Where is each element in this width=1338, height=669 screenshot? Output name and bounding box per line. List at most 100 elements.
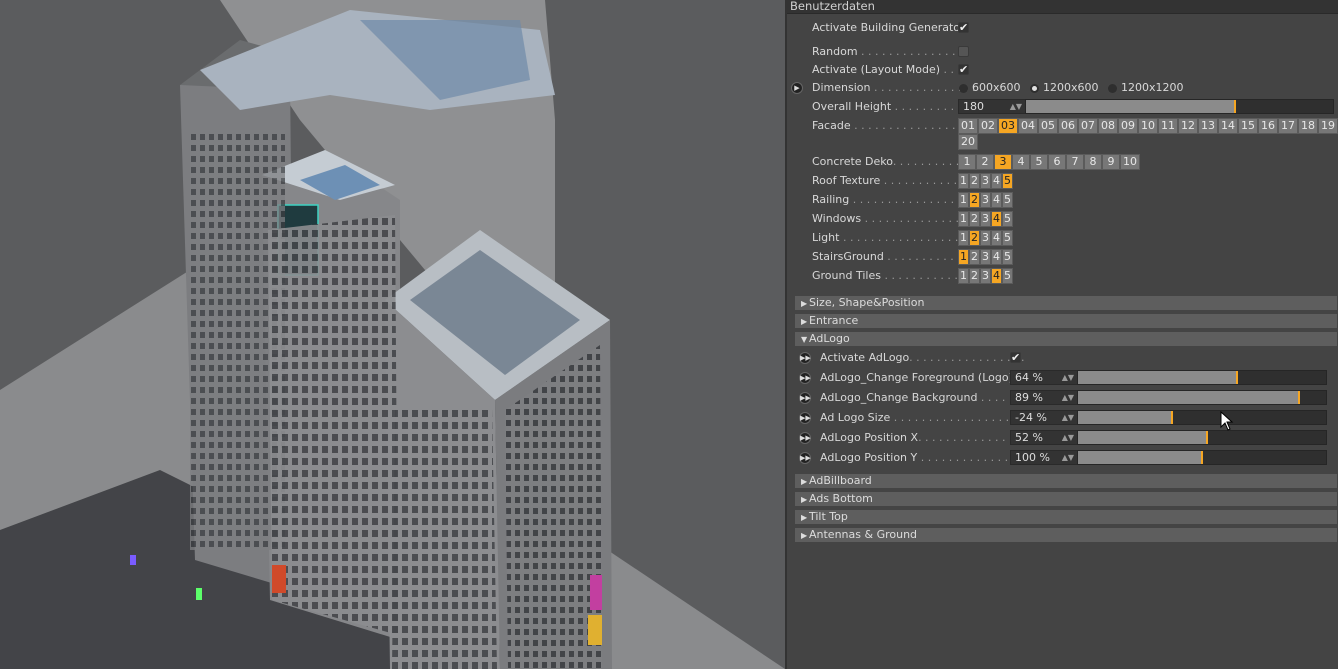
adlogo-param-slider[interactable] <box>1077 410 1327 425</box>
slider-thumb[interactable] <box>1171 411 1174 424</box>
railing-option-2[interactable]: 2 <box>969 192 980 208</box>
facade-option-03[interactable]: 03 <box>998 118 1018 134</box>
overall-height-input[interactable]: 180 ▲▼ <box>958 99 1026 114</box>
adlogo-param-slider[interactable] <box>1077 450 1327 465</box>
section-adbillboard[interactable]: ▶ AdBillboard <box>795 474 1337 488</box>
facade-option-15[interactable]: 15 <box>1238 118 1258 134</box>
concrete-deko-option-3[interactable]: 3 <box>994 154 1012 170</box>
slider-thumb[interactable] <box>1201 451 1203 464</box>
railing-option-1[interactable]: 1 <box>958 192 969 208</box>
roof-texture-option-5[interactable]: 5 <box>1002 173 1013 189</box>
windows-option-2[interactable]: 2 <box>969 211 980 227</box>
facade-option-14[interactable]: 14 <box>1218 118 1238 134</box>
roof-texture-option-1[interactable]: 1 <box>958 173 969 189</box>
concrete-deko-option-9[interactable]: 9 <box>1102 154 1120 170</box>
adlogo-param-slider[interactable] <box>1077 430 1327 445</box>
spinner-arrows-icon[interactable]: ▲▼ <box>1010 100 1022 113</box>
facade-option-07[interactable]: 07 <box>1078 118 1098 134</box>
roof-texture-option-4[interactable]: 4 <box>991 173 1002 189</box>
facade-option-16[interactable]: 16 <box>1258 118 1278 134</box>
light-option-3[interactable]: 3 <box>980 230 991 246</box>
animation-track-icon[interactable]: ▶▶ <box>799 432 811 444</box>
animation-track-icon[interactable]: ▶▶ <box>799 412 811 424</box>
adlogo-param-slider[interactable] <box>1077 370 1327 385</box>
dimension-option-600x600[interactable]: 600x600 <box>959 81 1021 94</box>
activate-building-generator-checkbox[interactable]: ✔ <box>958 22 969 33</box>
activate-layout-mode-checkbox[interactable]: ✔ <box>958 64 969 75</box>
adlogo-param-input[interactable]: 89 % ▲▼ <box>1010 390 1078 405</box>
slider-thumb[interactable] <box>1235 371 1238 384</box>
dimension-option-1200x600[interactable]: 1200x600 <box>1030 81 1099 94</box>
adlogo-param-input[interactable]: 64 % ▲▼ <box>1010 370 1078 385</box>
concrete-deko-option-7[interactable]: 7 <box>1066 154 1084 170</box>
facade-option-18[interactable]: 18 <box>1298 118 1318 134</box>
spinner-arrows-icon[interactable]: ▲▼ <box>1062 391 1074 404</box>
concrete-deko-option-2[interactable]: 2 <box>976 154 994 170</box>
concrete-deko-option-10[interactable]: 10 <box>1120 154 1140 170</box>
concrete-deko-option-6[interactable]: 6 <box>1048 154 1066 170</box>
adlogo-param-input[interactable]: 100 % ▲▼ <box>1010 450 1078 465</box>
section-ads-bottom[interactable]: ▶ Ads Bottom <box>795 492 1337 506</box>
facade-option-17[interactable]: 17 <box>1278 118 1298 134</box>
section-size-shape-position[interactable]: ▶ Size, Shape&Position <box>795 296 1337 310</box>
concrete-deko-option-8[interactable]: 8 <box>1084 154 1102 170</box>
random-checkbox[interactable] <box>958 46 969 57</box>
3d-viewport[interactable] <box>0 0 785 669</box>
section-antennas-ground[interactable]: ▶ Antennas & Ground <box>795 528 1337 542</box>
ground-tiles-option-4[interactable]: 4 <box>991 268 1002 284</box>
ground-tiles-option-3[interactable]: 3 <box>980 268 991 284</box>
concrete-deko-option-1[interactable]: 1 <box>958 154 976 170</box>
concrete-deko-option-4[interactable]: 4 <box>1012 154 1030 170</box>
facade-option-05[interactable]: 05 <box>1038 118 1058 134</box>
ground-tiles-option-5[interactable]: 5 <box>1002 268 1013 284</box>
stairs-ground-option-4[interactable]: 4 <box>991 249 1002 265</box>
windows-option-1[interactable]: 1 <box>958 211 969 227</box>
facade-option-06[interactable]: 06 <box>1058 118 1078 134</box>
facade-option-19[interactable]: 19 <box>1318 118 1338 134</box>
facade-option-20[interactable]: 20 <box>958 134 978 150</box>
slider-thumb[interactable] <box>1205 431 1208 444</box>
section-entrance[interactable]: ▶ Entrance <box>795 314 1337 328</box>
light-option-1[interactable]: 1 <box>958 230 969 246</box>
adlogo-param-input[interactable]: 52 % ▲▼ <box>1010 430 1078 445</box>
light-option-2[interactable]: 2 <box>969 230 980 246</box>
stairs-ground-option-5[interactable]: 5 <box>1002 249 1013 265</box>
facade-option-09[interactable]: 09 <box>1118 118 1138 134</box>
roof-texture-option-3[interactable]: 3 <box>980 173 991 189</box>
roof-texture-option-2[interactable]: 2 <box>969 173 980 189</box>
stairs-ground-option-1[interactable]: 1 <box>958 249 969 265</box>
overall-height-slider[interactable] <box>1025 99 1334 114</box>
section-adlogo[interactable]: ▼ AdLogo <box>795 332 1337 346</box>
windows-option-5[interactable]: 5 <box>1002 211 1013 227</box>
stairs-ground-option-2[interactable]: 2 <box>969 249 980 265</box>
animation-track-icon[interactable]: ▶▶ <box>799 352 811 364</box>
facade-option-12[interactable]: 12 <box>1178 118 1198 134</box>
spinner-arrows-icon[interactable]: ▲▼ <box>1062 411 1074 424</box>
railing-option-3[interactable]: 3 <box>980 192 991 208</box>
stairs-ground-option-3[interactable]: 3 <box>980 249 991 265</box>
slider-thumb[interactable] <box>1233 100 1236 113</box>
animation-track-icon[interactable]: ▶ <box>791 82 803 94</box>
spinner-arrows-icon[interactable]: ▲▼ <box>1062 451 1074 464</box>
facade-option-08[interactable]: 08 <box>1098 118 1118 134</box>
animation-track-icon[interactable]: ▶▶ <box>799 372 811 384</box>
animation-track-icon[interactable]: ▶▶ <box>799 452 811 464</box>
light-option-4[interactable]: 4 <box>991 230 1002 246</box>
slider-thumb[interactable] <box>1297 391 1300 404</box>
railing-option-4[interactable]: 4 <box>991 192 1002 208</box>
windows-option-3[interactable]: 3 <box>980 211 991 227</box>
spinner-arrows-icon[interactable]: ▲▼ <box>1062 371 1074 384</box>
facade-option-04[interactable]: 04 <box>1018 118 1038 134</box>
concrete-deko-option-5[interactable]: 5 <box>1030 154 1048 170</box>
facade-option-02[interactable]: 02 <box>978 118 998 134</box>
animation-track-icon[interactable]: ▶▶ <box>799 392 811 404</box>
adlogo-param-slider[interactable] <box>1077 390 1327 405</box>
facade-option-01[interactable]: 01 <box>958 118 978 134</box>
activate-adlogo-checkbox[interactable]: ✔ <box>1010 352 1021 363</box>
ground-tiles-option-2[interactable]: 2 <box>969 268 980 284</box>
facade-option-13[interactable]: 13 <box>1198 118 1218 134</box>
spinner-arrows-icon[interactable]: ▲▼ <box>1062 431 1074 444</box>
dimension-option-1200x1200[interactable]: 1200x1200 <box>1108 81 1184 94</box>
facade-option-10[interactable]: 10 <box>1138 118 1158 134</box>
windows-option-4[interactable]: 4 <box>991 211 1002 227</box>
